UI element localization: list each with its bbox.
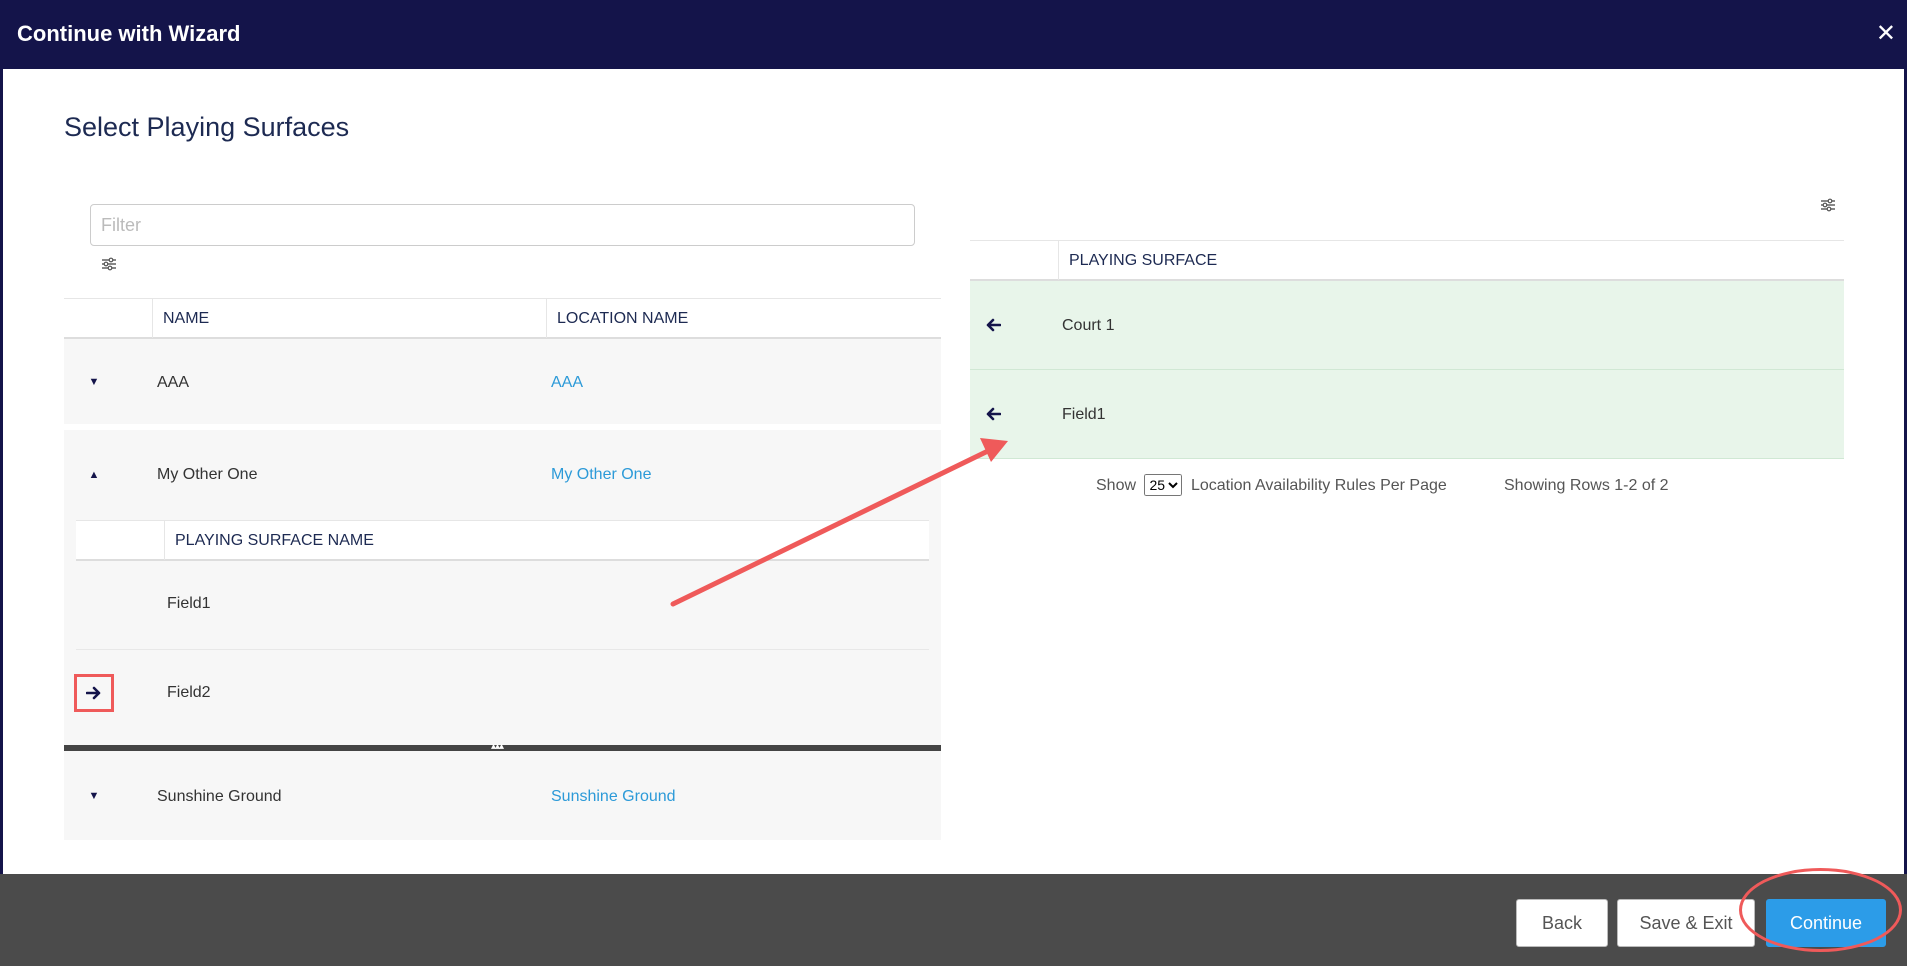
collapse-caret-up-icon[interactable]: ▲ (79, 430, 109, 520)
subtable-row[interactable]: Field1 (76, 561, 929, 650)
selected-row[interactable]: Field1 (970, 370, 1844, 459)
column-header-playing-surface[interactable]: PLAYING SURFACE (1058, 241, 1844, 280)
row-name: Sunshine Ground (157, 788, 282, 805)
dialog-titlebar: Continue with Wizard ✕ (3, 3, 1907, 69)
table-row[interactable]: ▼ Sunshine Ground Sunshine Ground (64, 751, 941, 840)
back-button[interactable]: Back (1516, 899, 1608, 947)
pagination-controls: Show 25 Location Availability Rules Per … (1096, 474, 1447, 496)
selected-surface-name: Field1 (1062, 406, 1106, 423)
add-surface-arrow-right-icon[interactable] (74, 674, 114, 712)
locations-table: NAME LOCATION NAME ▼ AAA AAA ▲ My Other … (64, 298, 941, 840)
show-label: Show (1096, 477, 1137, 494)
selected-row[interactable]: Court 1 (970, 281, 1844, 370)
playing-surface-name: Field1 (167, 595, 211, 612)
row-location-link[interactable]: Sunshine Ground (551, 788, 676, 806)
per-page-label: Location Availability Rules Per Page (1190, 477, 1447, 494)
remove-surface-arrow-left-icon[interactable] (978, 281, 1008, 369)
playing-surface-name: Field2 (167, 684, 211, 701)
locations-table-header: NAME LOCATION NAME (64, 298, 941, 339)
column-settings-icon[interactable] (1820, 198, 1836, 212)
save-exit-button[interactable]: Save & Exit (1617, 899, 1755, 947)
dialog-title: Continue with Wizard (17, 21, 241, 46)
close-icon[interactable]: ✕ (1876, 19, 1896, 48)
remove-surface-arrow-left-icon[interactable] (978, 370, 1008, 458)
column-settings-icon[interactable] (101, 257, 117, 271)
expand-caret-down-icon[interactable]: ▼ (79, 339, 109, 424)
column-header-playing-surface-name[interactable]: PLAYING SURFACE NAME (164, 521, 929, 560)
row-location-link[interactable]: My Other One (551, 466, 651, 484)
rows-count-text: Showing Rows 1-2 of 2 (1504, 477, 1669, 494)
table-row-expanded[interactable]: ▲ My Other One My Other One PLAYING SURF… (64, 430, 941, 745)
continue-button[interactable]: Continue (1766, 899, 1886, 947)
playing-surface-subtable: PLAYING SURFACE NAME Field1 Field2 (74, 520, 929, 739)
filter-input[interactable] (90, 204, 915, 246)
subtable-row[interactable]: Field2 (74, 650, 929, 739)
selected-surface-name: Court 1 (1062, 317, 1115, 334)
column-header-name[interactable]: NAME (152, 299, 546, 338)
row-name: AAA (157, 374, 190, 391)
selected-table-header: PLAYING SURFACE (970, 240, 1844, 281)
page-title: Select Playing Surfaces (64, 112, 350, 142)
table-row[interactable]: ▼ AAA AAA (64, 339, 941, 430)
row-name: My Other One (157, 466, 258, 483)
expand-caret-down-icon[interactable]: ▼ (79, 751, 109, 840)
selected-surfaces-table: PLAYING SURFACE Court 1 Field1 (970, 240, 1844, 459)
page-size-select[interactable]: 25 (1144, 474, 1183, 496)
subtable-header: PLAYING SURFACE NAME (76, 520, 929, 561)
column-header-location-name[interactable]: LOCATION NAME (546, 299, 941, 338)
row-location-link[interactable]: AAA (551, 374, 583, 392)
